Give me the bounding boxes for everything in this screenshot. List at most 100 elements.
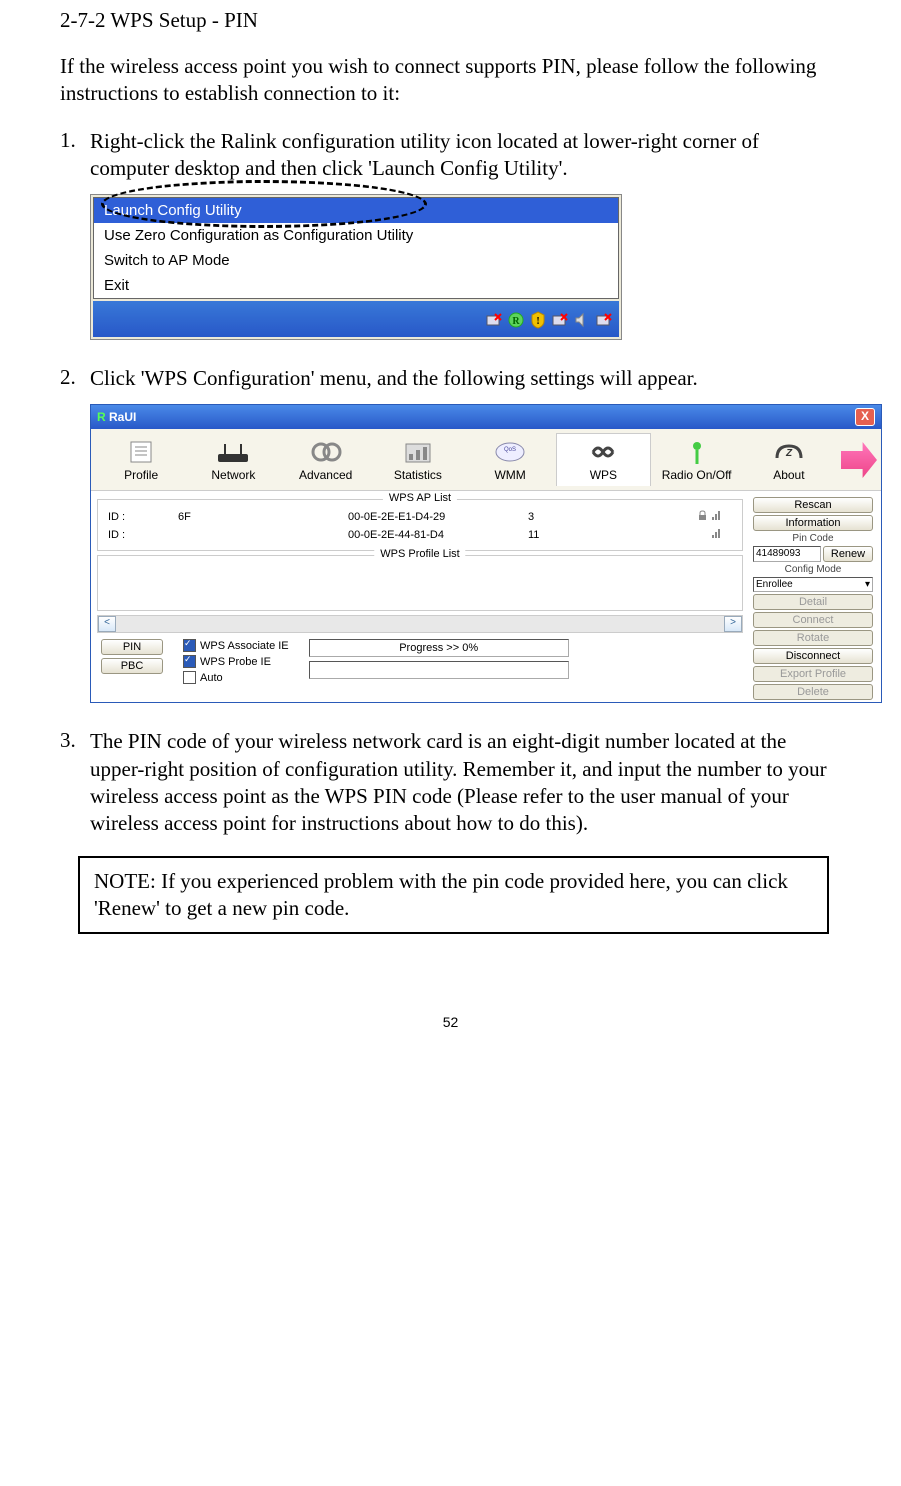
step-body-3: The PIN code of your wireless network ca… bbox=[90, 728, 841, 837]
intro-paragraph: If the wireless access point you wish to… bbox=[60, 53, 841, 108]
system-tray: R ! bbox=[93, 301, 619, 337]
tab-statistics-label: Statistics bbox=[394, 468, 442, 482]
checkbox-icon bbox=[183, 655, 196, 668]
auto-checkbox[interactable]: Auto bbox=[183, 671, 289, 684]
delete-button: Delete bbox=[753, 684, 873, 700]
step-number-3: 3. bbox=[60, 728, 90, 837]
tab-profile[interactable]: Profile bbox=[95, 434, 187, 486]
renew-button[interactable]: Renew bbox=[823, 546, 873, 562]
tab-network-label: Network bbox=[211, 468, 255, 482]
auto-label: Auto bbox=[200, 672, 223, 684]
tab-wmm[interactable]: QoS WMM bbox=[464, 434, 556, 486]
svg-text:R: R bbox=[512, 316, 520, 327]
checkbox-icon bbox=[183, 671, 196, 684]
export-profile-button: Export Profile bbox=[753, 666, 873, 682]
wps-associate-checkbox[interactable]: WPS Associate IE bbox=[183, 639, 289, 652]
menu-item-exit[interactable]: Exit bbox=[94, 273, 618, 298]
pbc-button[interactable]: PBC bbox=[101, 658, 163, 674]
tray-ralink-icon[interactable]: R bbox=[507, 310, 525, 328]
tab-radio-label: Radio On/Off bbox=[662, 468, 732, 482]
context-menu-figure: Launch Config Utility Use Zero Configura… bbox=[90, 194, 841, 340]
step-body-1: Right-click the Ralink configuration uti… bbox=[90, 128, 841, 183]
network-icon bbox=[215, 438, 251, 466]
section-title: 2-7-2 WPS Setup - PIN bbox=[60, 8, 841, 33]
note-box: NOTE: If you experienced problem with th… bbox=[78, 856, 829, 935]
signal-icon bbox=[711, 510, 722, 521]
connect-button: Connect bbox=[753, 612, 873, 628]
window-titlebar: R RaUI X bbox=[91, 405, 881, 429]
tray-network-x2-icon bbox=[551, 310, 569, 328]
app-icon: R bbox=[97, 410, 106, 424]
tab-about[interactable]: Z About bbox=[743, 434, 835, 486]
config-mode-label: Config Mode bbox=[753, 564, 873, 575]
ap-bssid: 00-0E-2E-44-81-D4 bbox=[348, 529, 528, 541]
ap-id-label: ID : bbox=[108, 529, 178, 541]
rescan-button[interactable]: Rescan bbox=[753, 497, 873, 513]
tab-wps[interactable]: WPS bbox=[556, 433, 650, 486]
progress-bar: Progress >> 0% bbox=[309, 639, 569, 657]
tray-shield-warning-icon: ! bbox=[529, 310, 547, 328]
tab-profile-label: Profile bbox=[124, 468, 158, 482]
wps-probe-label: WPS Probe IE bbox=[200, 656, 271, 668]
scroll-left-button[interactable]: < bbox=[98, 616, 116, 632]
statistics-icon bbox=[400, 438, 436, 466]
config-mode-value: Enrollee bbox=[756, 579, 793, 590]
pin-button[interactable]: PIN bbox=[101, 639, 163, 655]
dropdown-icon: ▾ bbox=[865, 579, 870, 590]
lock-icon bbox=[697, 510, 708, 521]
wmm-icon: QoS bbox=[492, 438, 528, 466]
svg-text:QoS: QoS bbox=[504, 447, 516, 453]
svg-text:Z: Z bbox=[785, 448, 793, 459]
information-button[interactable]: Information bbox=[753, 515, 873, 531]
config-mode-select[interactable]: Enrollee ▾ bbox=[753, 577, 873, 592]
signal-icon bbox=[711, 528, 722, 539]
about-icon: Z bbox=[771, 438, 807, 466]
expand-arrow-icon[interactable] bbox=[841, 442, 877, 478]
tray-wireless-x-icon bbox=[595, 310, 613, 328]
raui-window-figure: R RaUI X Profile Network Advanced Statis… bbox=[90, 404, 841, 703]
detail-button: Detail bbox=[753, 594, 873, 610]
tab-advanced-label: Advanced bbox=[299, 468, 352, 482]
step-number-1: 1. bbox=[60, 128, 90, 183]
wps-profile-list-label: WPS Profile List bbox=[374, 548, 465, 560]
menu-item-zeroconfig[interactable]: Use Zero Configuration as Configuration … bbox=[94, 223, 618, 248]
rotate-button: Rotate bbox=[753, 630, 873, 646]
page-number: 52 bbox=[60, 1014, 841, 1030]
ap-row[interactable]: ID : 6F 00-0E-2E-E1-D4-29 3 bbox=[104, 508, 736, 526]
tray-volume-icon bbox=[573, 310, 591, 328]
ap-bssid: 00-0E-2E-E1-D4-29 bbox=[348, 511, 528, 523]
wps-ap-list-group: WPS AP List ID : 6F 00-0E-2E-E1-D4-29 3 … bbox=[97, 499, 743, 551]
tray-network-x-icon bbox=[485, 310, 503, 328]
ap-channel: 11 bbox=[528, 529, 578, 541]
advanced-icon bbox=[308, 438, 344, 466]
context-menu: Launch Config Utility Use Zero Configura… bbox=[93, 197, 619, 299]
pin-code-field[interactable]: 41489093 bbox=[753, 546, 821, 562]
pin-code-label: Pin Code bbox=[753, 533, 873, 544]
main-toolbar: Profile Network Advanced Statistics QoS … bbox=[91, 429, 881, 491]
tab-radio[interactable]: Radio On/Off bbox=[651, 434, 743, 486]
tab-statistics[interactable]: Statistics bbox=[372, 434, 464, 486]
ap-ssid: 6F bbox=[178, 511, 348, 523]
radio-icon bbox=[679, 438, 715, 466]
tab-wmm-label: WMM bbox=[494, 468, 525, 482]
wps-probe-checkbox[interactable]: WPS Probe IE bbox=[183, 655, 289, 668]
ap-row[interactable]: ID : 00-0E-2E-44-81-D4 11 bbox=[104, 526, 736, 544]
window-title: RaUI bbox=[109, 410, 136, 424]
wps-profile-list-group: WPS Profile List bbox=[97, 555, 743, 611]
menu-item-switch-ap[interactable]: Switch to AP Mode bbox=[94, 248, 618, 273]
tab-about-label: About bbox=[773, 468, 804, 482]
tab-network[interactable]: Network bbox=[187, 434, 279, 486]
step-body-2: Click 'WPS Configuration' menu, and the … bbox=[90, 365, 841, 392]
menu-item-launch[interactable]: Launch Config Utility bbox=[94, 198, 618, 223]
step-number-2: 2. bbox=[60, 365, 90, 392]
scroll-right-button[interactable]: > bbox=[724, 616, 742, 632]
tab-advanced[interactable]: Advanced bbox=[280, 434, 372, 486]
ap-channel: 3 bbox=[528, 511, 578, 523]
profile-icon bbox=[123, 438, 159, 466]
disconnect-button[interactable]: Disconnect bbox=[753, 648, 873, 664]
wps-icon bbox=[585, 438, 621, 466]
close-button[interactable]: X bbox=[855, 408, 875, 426]
status-field bbox=[309, 661, 569, 679]
horizontal-scrollbar[interactable]: < > bbox=[97, 615, 743, 633]
side-panel: Rescan Information Pin Code 41489093 Ren… bbox=[753, 497, 873, 700]
